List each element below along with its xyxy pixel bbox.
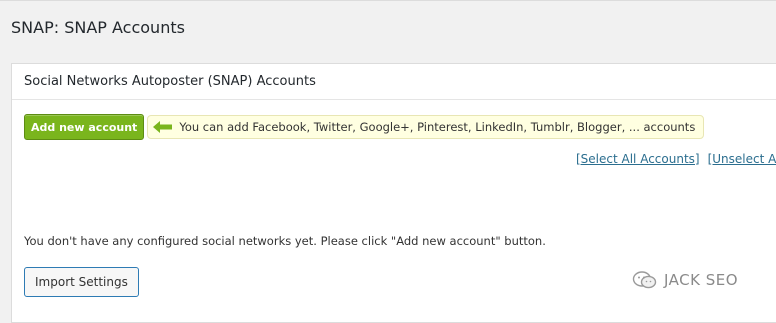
page-title: SNAP: SNAP Accounts (11, 18, 185, 37)
import-settings-button[interactable]: Import Settings (24, 267, 139, 297)
watermark-text: JACK SEO (664, 271, 739, 289)
add-new-account-button[interactable]: Add new account (24, 114, 145, 140)
wechat-icon (632, 270, 658, 290)
add-account-hint: You can add Facebook, Twitter, Google+, … (147, 115, 705, 139)
select-all-accounts-link[interactable]: [Select All Accounts] (576, 152, 700, 166)
empty-accounts-message: You don't have any configured social net… (24, 234, 546, 248)
panel-header: Social Networks Autoposter (SNAP) Accoun… (12, 64, 776, 100)
panel-title: Social Networks Autoposter (SNAP) Accoun… (24, 74, 316, 89)
hint-text: You can add Facebook, Twitter, Google+, … (179, 120, 696, 134)
unselect-all-accounts-link[interactable]: [Unselect All A (708, 152, 776, 166)
watermark: JACK SEO (632, 270, 738, 290)
arrow-left-icon (153, 121, 173, 133)
select-links: [Select All Accounts] [Unselect All A (576, 152, 776, 166)
add-account-row: Add new account You can add Facebook, Tw… (24, 114, 705, 140)
top-divider (0, 0, 776, 1)
